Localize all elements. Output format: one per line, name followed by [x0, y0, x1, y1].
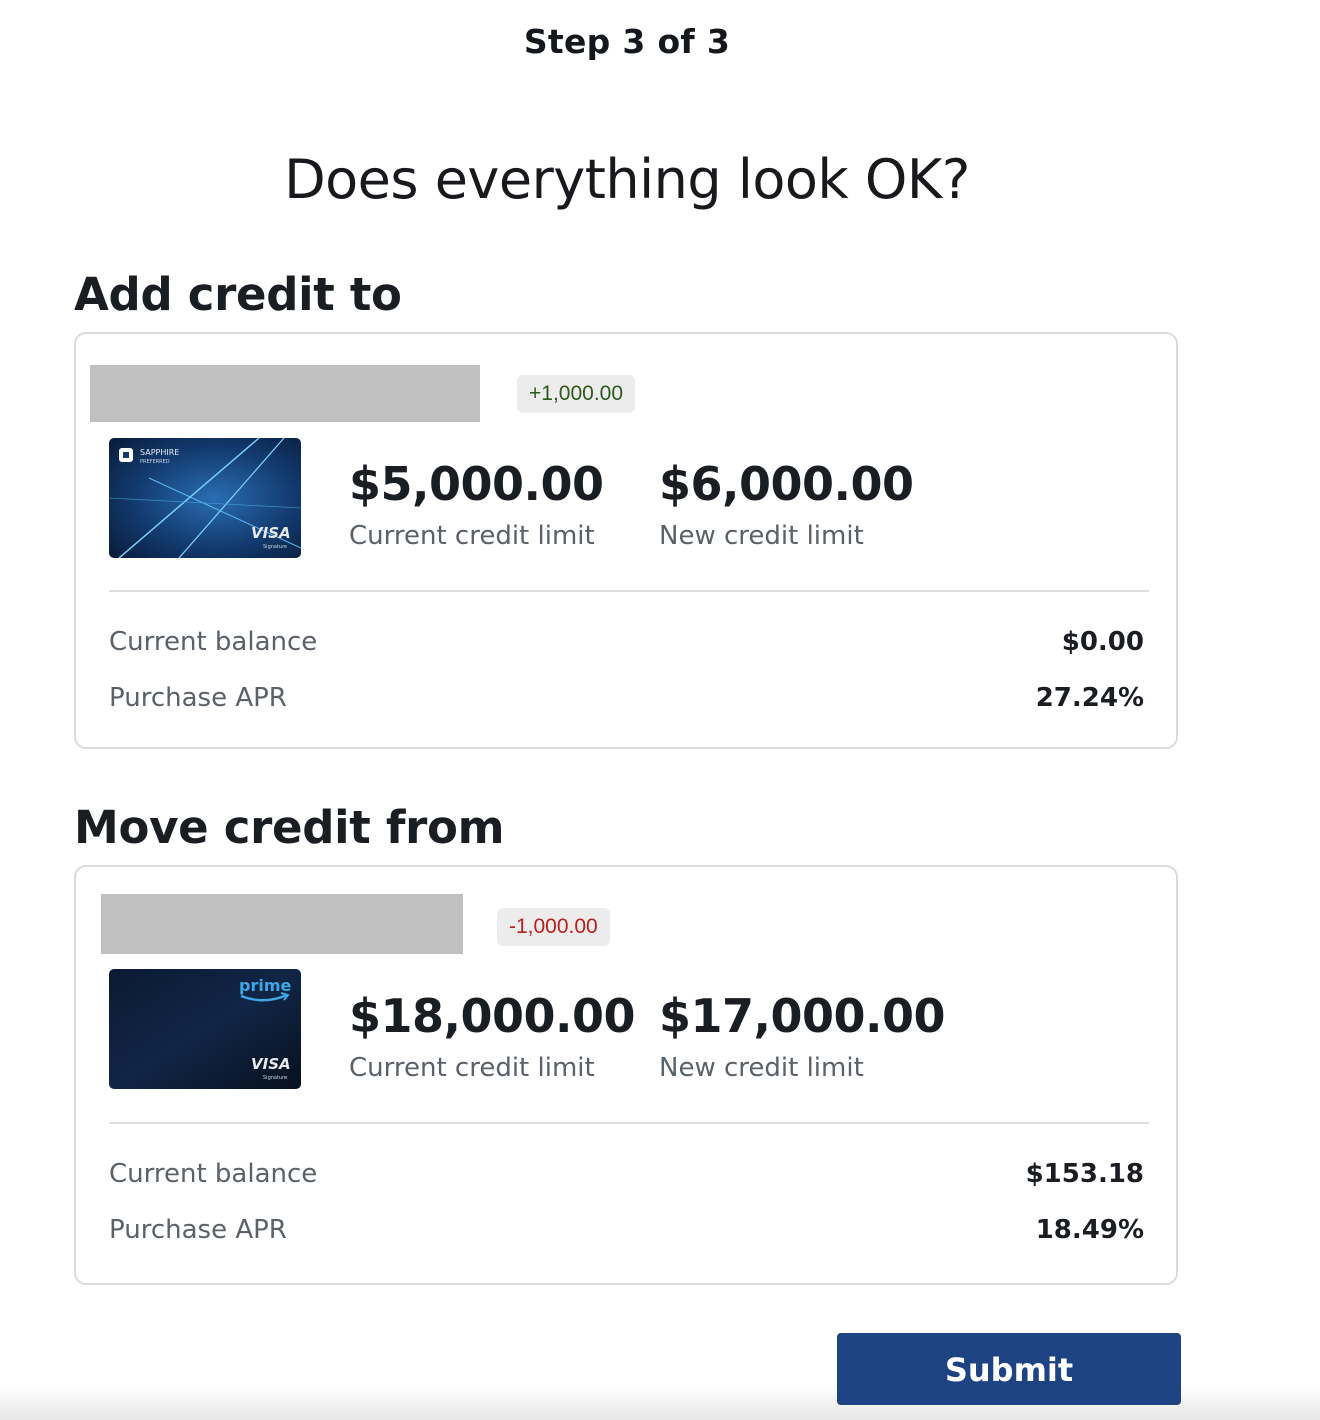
submit-button[interactable]: Submit: [837, 1333, 1181, 1405]
divider: [109, 1122, 1149, 1124]
new-credit-limit-value: $17,000.00: [659, 989, 946, 1043]
redacted-account-name: [101, 894, 463, 954]
card-brand-line1: SAPPHIRE: [140, 448, 179, 457]
visa-logo: VISA: [251, 524, 291, 542]
current-balance-label: Current balance: [109, 627, 318, 657]
purchase-apr-value: 27.24%: [1035, 683, 1144, 713]
page-title: Does everything look OK?: [284, 148, 970, 211]
visa-signature-label: Signature: [263, 1075, 287, 1081]
step-indicator: Step 3 of 3: [523, 22, 731, 61]
add-credit-heading: Add credit to: [74, 268, 402, 321]
redacted-account-name: [90, 365, 480, 422]
current-credit-limit-value: $5,000.00: [349, 457, 604, 511]
current-balance-value: $0.00: [1061, 627, 1144, 657]
sapphire-card-image: SAPPHIRE PREFERRED VISA Signature: [109, 438, 301, 558]
move-credit-card-panel: -1,000.00 prime VISA Signature $18,000.0…: [74, 865, 1178, 1285]
current-credit-limit-value: $18,000.00: [349, 989, 636, 1043]
add-credit-card-panel: +1,000.00 SAPPHIRE PREFERRED VISA Signat…: [74, 332, 1178, 749]
purchase-apr-label: Purchase APR: [109, 1215, 287, 1245]
divider: [109, 590, 1149, 592]
current-credit-limit-label: Current credit limit: [349, 521, 595, 551]
purchase-apr-value: 18.49%: [1035, 1215, 1144, 1245]
current-balance-label: Current balance: [109, 1159, 318, 1189]
move-credit-heading: Move credit from: [74, 801, 505, 854]
card-brand-line2: PREFERRED: [140, 459, 170, 465]
visa-signature-label: Signature: [263, 544, 287, 550]
prime-logo: prime: [239, 976, 292, 995]
credit-increase-badge: +1,000.00: [517, 375, 636, 413]
new-credit-limit-value: $6,000.00: [659, 457, 914, 511]
prime-card-image: prime VISA Signature: [109, 969, 301, 1089]
purchase-apr-label: Purchase APR: [109, 683, 287, 713]
new-credit-limit-label: New credit limit: [659, 1053, 864, 1083]
credit-decrease-badge: -1,000.00: [497, 908, 610, 946]
new-credit-limit-label: New credit limit: [659, 521, 864, 551]
current-credit-limit-label: Current credit limit: [349, 1053, 595, 1083]
visa-logo: VISA: [251, 1055, 291, 1073]
current-balance-value: $153.18: [1025, 1159, 1144, 1189]
